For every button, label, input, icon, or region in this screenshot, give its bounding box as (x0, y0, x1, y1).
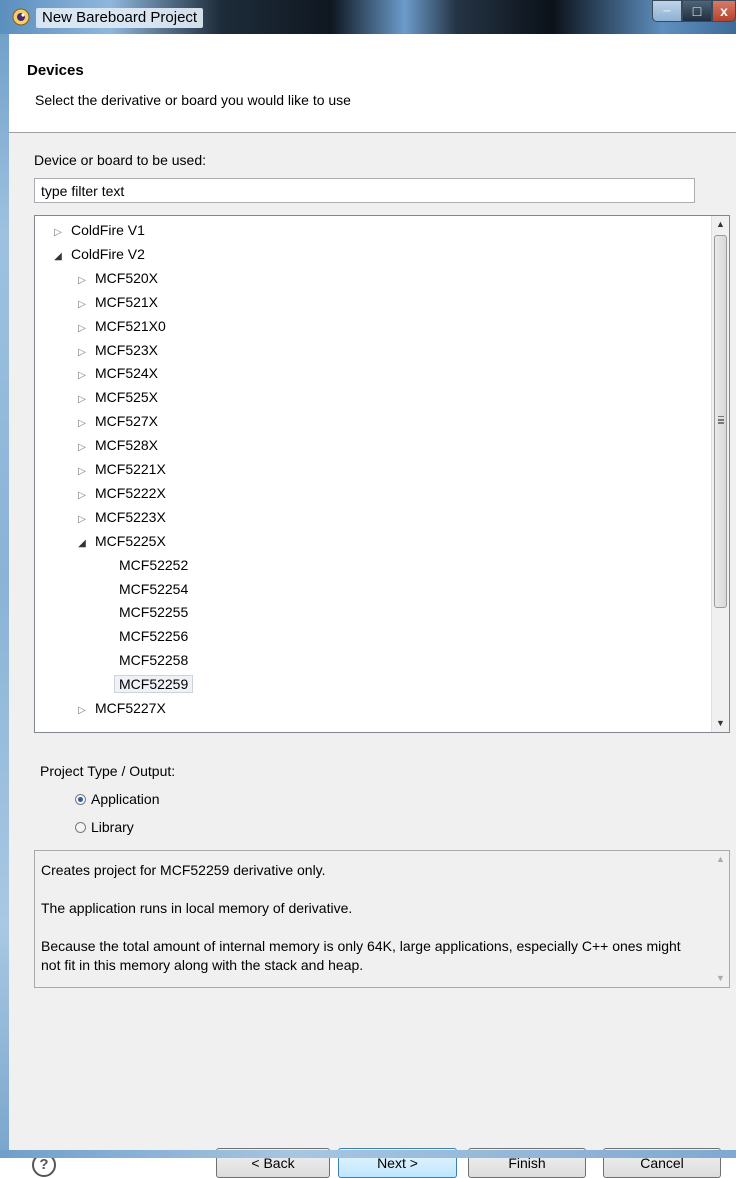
scroll-grip-icon (718, 416, 724, 418)
maximize-button[interactable]: □ (682, 0, 712, 22)
desc-scroll-down-icon[interactable]: ▼ (712, 970, 729, 987)
collapse-arrow-icon[interactable]: ▷ (75, 484, 89, 507)
expand-arrow-icon[interactable]: ◢ (51, 245, 65, 268)
wizard-header: Devices Select the derivative or board y… (9, 34, 736, 133)
device-label: Device or board to be used: (34, 152, 206, 168)
tree-item[interactable]: MCF52258 (119, 649, 188, 672)
eclipse-app-icon (12, 8, 30, 26)
tree-item-label: MCF528X (95, 437, 159, 454)
tree-item[interactable]: ▷ MCF5227X (75, 697, 166, 720)
tree-item-label: MCF52255 (119, 604, 189, 621)
collapse-arrow-icon[interactable]: ▷ (75, 436, 89, 459)
minimize-icon: ─ (663, 5, 671, 17)
scrollbar-thumb[interactable] (714, 235, 727, 608)
description-line-2: The application runs in local memory of … (41, 900, 353, 916)
expand-arrow-icon[interactable]: ◢ (75, 532, 89, 555)
description-scrollbar[interactable]: ▲ ▼ (712, 851, 729, 987)
tree-item[interactable]: MCF52252 (119, 554, 188, 577)
wizard-body: Device or board to be used: ▷ ColdFire V1… (9, 133, 736, 1178)
collapse-arrow-icon[interactable]: ▷ (51, 221, 65, 244)
maximize-icon: □ (692, 3, 702, 19)
tree-item-label: MCF5221X (95, 461, 166, 477)
tree-item[interactable]: ◢ ColdFire V2 (51, 243, 145, 266)
tree-item[interactable]: MCF52254 (119, 578, 188, 601)
tree-item-label: ColdFire V1 (71, 222, 145, 238)
minimize-button[interactable]: ─ (652, 0, 682, 22)
tree-item[interactable]: MCF52256 (119, 625, 188, 648)
tree-item[interactable]: ▷ MCF521X (75, 291, 158, 314)
collapse-arrow-icon[interactable]: ▷ (75, 341, 89, 364)
radio-library-label: Library (91, 819, 134, 835)
tree-item-label: MCF52256 (119, 628, 189, 645)
collapse-arrow-icon[interactable]: ▷ (75, 364, 89, 387)
tree-item-label: MCF524X (95, 365, 159, 382)
page-description: Select the derivative or board you would… (35, 92, 351, 108)
tree-item[interactable]: ▷ MCF528X (75, 434, 158, 457)
radio-application[interactable]: Application (75, 789, 160, 809)
tree-item-label: MCF52258 (119, 652, 189, 669)
tree-item-label: MCF521X (95, 293, 159, 310)
radio-library-indicator[interactable] (75, 821, 86, 833)
close-icon: x (720, 3, 728, 19)
tree-item-label: MCF52254 (119, 580, 189, 597)
tree-item[interactable]: ▷ MCF5223X (75, 506, 166, 529)
tree-item[interactable]: ▷ MCF524X (75, 362, 158, 385)
tree-item[interactable]: MCF52255 (119, 601, 188, 624)
description-line-1: Creates project for MCF52259 derivative … (41, 862, 326, 878)
window-frame-bottom (0, 1150, 736, 1158)
radio-application-label: Application (91, 791, 160, 807)
close-button[interactable]: x (712, 0, 736, 22)
window-title: New Bareboard Project (36, 8, 204, 28)
page-title: Devices (27, 62, 84, 79)
description-line-3: Because the total amount of internal mem… (41, 938, 681, 973)
tree-item-label: MCF525X (95, 389, 159, 406)
collapse-arrow-icon[interactable]: ▷ (75, 293, 89, 316)
tree-item-label: MCF527X (95, 413, 159, 430)
project-type-label: Project Type / Output: (40, 763, 176, 779)
tree-item[interactable]: ▷ MCF523X (75, 339, 158, 362)
tree-item[interactable]: ▷ MCF5222X (75, 482, 166, 505)
tree-item[interactable]: MCF52259 (114, 673, 194, 696)
tree-item-label: MCF523X (95, 341, 159, 358)
title-bar[interactable]: New Bareboard Project ─ □ x (0, 0, 736, 34)
tree-item-label: MCF5225X (95, 532, 166, 549)
radio-library[interactable]: Library (75, 817, 134, 837)
scroll-down-icon[interactable]: ▼ (712, 715, 729, 732)
tree-item[interactable]: ▷ MCF5221X (75, 458, 166, 481)
tree-item-label: MCF521X0 (95, 317, 166, 334)
tree-item[interactable]: ▷ MCF520X (75, 267, 158, 290)
window-frame-left (0, 0, 9, 1158)
desc-scroll-up-icon[interactable]: ▲ (712, 851, 729, 868)
tree-item-label: MCF52252 (119, 556, 189, 573)
collapse-arrow-icon[interactable]: ▷ (75, 388, 89, 411)
tree-scrollbar[interactable]: ▲ ▼ (711, 216, 729, 732)
collapse-arrow-icon[interactable]: ▷ (75, 269, 89, 292)
tree-item-label: MCF5223X (95, 508, 166, 525)
tree-item[interactable]: ▷ MCF525X (75, 386, 158, 409)
radio-application-indicator[interactable] (75, 793, 86, 805)
collapse-arrow-icon[interactable]: ▷ (75, 699, 89, 722)
filter-input[interactable] (34, 178, 695, 203)
tree-item-label: MCF5222X (95, 484, 166, 501)
description-box: Creates project for MCF52259 derivative … (34, 850, 730, 988)
tree-item[interactable]: ▷ MCF521X0 (75, 315, 166, 338)
device-tree[interactable]: ▷ ColdFire V1 ◢ ColdFire V2 ▷ MCF520X ▷ MCF521X… (34, 215, 730, 733)
tree-item[interactable]: ▷ MCF527X (75, 410, 158, 433)
scroll-up-icon[interactable]: ▲ (712, 216, 729, 233)
tree-item-label: MCF520X (95, 269, 159, 286)
tree-item-label: MCF5227X (95, 700, 166, 716)
collapse-arrow-icon[interactable]: ▷ (75, 508, 89, 531)
collapse-arrow-icon[interactable]: ▷ (75, 460, 89, 483)
tree-item-label: MCF52259 (114, 675, 194, 694)
collapse-arrow-icon[interactable]: ▷ (75, 317, 89, 340)
tree-item-label: ColdFire V2 (71, 245, 145, 262)
tree-item[interactable]: ◢ MCF5225X (75, 530, 166, 553)
collapse-arrow-icon[interactable]: ▷ (75, 412, 89, 435)
tree-item[interactable]: ▷ ColdFire V1 (51, 219, 145, 242)
